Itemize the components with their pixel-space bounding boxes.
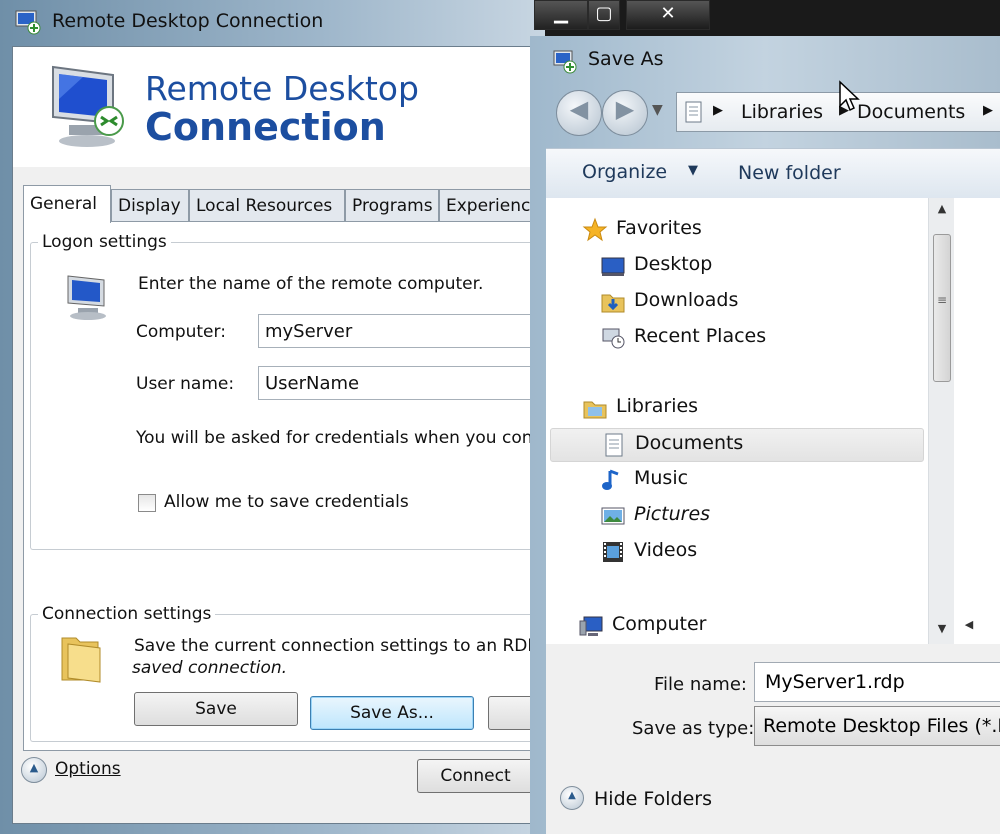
maximize-button[interactable]: ▢ xyxy=(588,0,620,30)
breadcrumb-separator-icon[interactable]: ▶ xyxy=(713,103,723,118)
grip-icon: ≡ xyxy=(936,293,948,307)
tab-general[interactable]: General xyxy=(23,185,111,223)
rdc-app-icon xyxy=(15,10,41,35)
nav-documents-label: Documents xyxy=(635,432,744,454)
nav-pictures-label: Pictures xyxy=(634,503,711,525)
desktop-icon xyxy=(601,257,625,276)
open-button[interactable] xyxy=(488,696,534,730)
document-library-icon xyxy=(685,101,702,123)
scroll-up-icon[interactable]: ▲ xyxy=(929,202,955,222)
computer-icon xyxy=(579,616,603,636)
breadcrumb-libraries[interactable]: Libraries xyxy=(741,101,823,123)
allow-save-credentials-checkbox[interactable] xyxy=(138,494,156,512)
connection-desc-line1: Save the current connection settings to … xyxy=(134,636,554,656)
tab-programs[interactable]: Programs xyxy=(345,189,439,221)
nav-desktop-label: Desktop xyxy=(634,253,713,275)
nav-computer-label: Computer xyxy=(612,613,707,635)
rdp-file-icon xyxy=(553,50,577,74)
monitor-icon xyxy=(52,65,124,147)
minimize-button[interactable]: ▁ xyxy=(534,0,588,30)
chevron-down-icon[interactable]: ▼ xyxy=(688,163,698,178)
save-as-title: Save As xyxy=(588,48,664,70)
save-as-type-label: Save as type: xyxy=(632,718,755,739)
general-tab-panel: Logon settings Enter the name of the rem… xyxy=(23,221,554,751)
navigation-pane: Favorites Desktop Downloads Recent Place… xyxy=(546,198,928,644)
nav-pane-scrollbar[interactable]: ▲ ≡ ▼ xyxy=(928,198,955,644)
nav-documents[interactable]: Documents xyxy=(550,428,924,462)
nav-downloads-label: Downloads xyxy=(634,289,739,311)
folder-icon xyxy=(61,637,101,683)
file-name-input[interactable]: MyServer1.rdp xyxy=(754,662,1000,702)
save-as-button[interactable]: Save As... xyxy=(310,696,474,730)
nav-favorites-label: Favorites xyxy=(616,217,702,239)
save-button[interactable]: Save xyxy=(134,692,298,726)
videos-icon xyxy=(603,542,623,562)
tab-display[interactable]: Display xyxy=(111,189,189,221)
tab-experience[interactable]: Experience xyxy=(439,189,533,221)
computer-icon xyxy=(67,275,106,320)
rdc-client-area: Remote Desktop Connection General Displa… xyxy=(12,46,554,824)
breadcrumb-documents[interactable]: Documents xyxy=(857,101,965,123)
logon-prompt: Enter the name of the remote computer. xyxy=(138,274,484,294)
options-link[interactable]: Options xyxy=(55,759,121,779)
star-icon xyxy=(582,217,608,242)
breadcrumb-separator-icon[interactable]: ▶ xyxy=(983,103,993,118)
arrow-right-icon: ▶ xyxy=(615,95,635,123)
username-label: User name: xyxy=(136,374,235,394)
recent-pages-dropdown[interactable]: ▼ xyxy=(652,102,663,118)
banner-title-line1: Remote Desktop xyxy=(145,69,419,108)
connection-settings-label: Connection settings xyxy=(38,604,216,624)
recent-places-icon xyxy=(602,328,625,349)
libraries-icon xyxy=(583,401,607,419)
username-input[interactable]: UserName xyxy=(258,366,534,400)
mouse-pointer-icon xyxy=(839,80,860,112)
new-folder-button[interactable]: New folder xyxy=(738,162,841,184)
downloads-folder-icon xyxy=(601,294,625,313)
nav-libraries-label: Libraries xyxy=(616,395,699,417)
command-toolbar: Organize ▼ New folder xyxy=(546,148,1000,200)
computer-input[interactable]: myServer xyxy=(258,314,534,348)
arrow-left-icon: ◀ xyxy=(569,95,589,123)
back-button[interactable]: ◀ xyxy=(556,90,602,136)
documents-icon xyxy=(605,433,623,457)
hide-folders-button[interactable]: Hide Folders xyxy=(594,788,712,810)
allow-save-credentials-label[interactable]: Allow me to save credentials xyxy=(164,492,409,512)
save-as-dialog: Save As ◀ ▶ ▼ ▶ Libraries ▶ Documents ▶ … xyxy=(530,36,1000,834)
hide-folders-icon[interactable]: ▲ xyxy=(560,786,584,810)
connection-desc-line2: saved connection. xyxy=(132,658,288,678)
nav-recent-places-label: Recent Places xyxy=(634,325,767,347)
close-button[interactable]: ✕ xyxy=(626,0,710,30)
banner-title-line2: Connection xyxy=(145,105,386,149)
nav-music-label: Music xyxy=(634,467,689,489)
rdc-banner: Remote Desktop Connection xyxy=(13,47,531,167)
pictures-icon xyxy=(601,507,625,525)
music-icon xyxy=(602,469,619,490)
nav-videos-label: Videos xyxy=(634,539,698,561)
save-as-type-select[interactable]: Remote Desktop Files (*.R xyxy=(754,706,1000,746)
scroll-down-icon[interactable]: ▼ xyxy=(929,622,955,642)
rdc-titlebar[interactable]: Remote Desktop Connection xyxy=(0,0,545,46)
save-options-area: File name: MyServer1.rdp Save as type: R… xyxy=(546,644,1000,834)
options-toggle-icon[interactable]: ▲ xyxy=(21,757,47,783)
logon-settings-label: Logon settings xyxy=(38,232,171,252)
rdc-window: Remote Desktop Connection Remote Desktop… xyxy=(0,0,554,834)
tab-local-resources[interactable]: Local Resources xyxy=(189,189,345,221)
rdc-title: Remote Desktop Connection xyxy=(52,10,324,32)
file-name-label: File name: xyxy=(654,674,747,695)
computer-label: Computer: xyxy=(136,322,226,342)
connect-button[interactable]: Connect xyxy=(417,759,533,793)
forward-button[interactable]: ▶ xyxy=(602,90,648,136)
file-list-pane[interactable] xyxy=(954,198,1000,644)
scroll-left-icon[interactable]: ◀ xyxy=(958,618,980,640)
organize-button[interactable]: Organize xyxy=(582,161,667,183)
credentials-note: You will be asked for credentials when y… xyxy=(136,428,554,448)
scroll-thumb[interactable]: ≡ xyxy=(933,234,951,382)
